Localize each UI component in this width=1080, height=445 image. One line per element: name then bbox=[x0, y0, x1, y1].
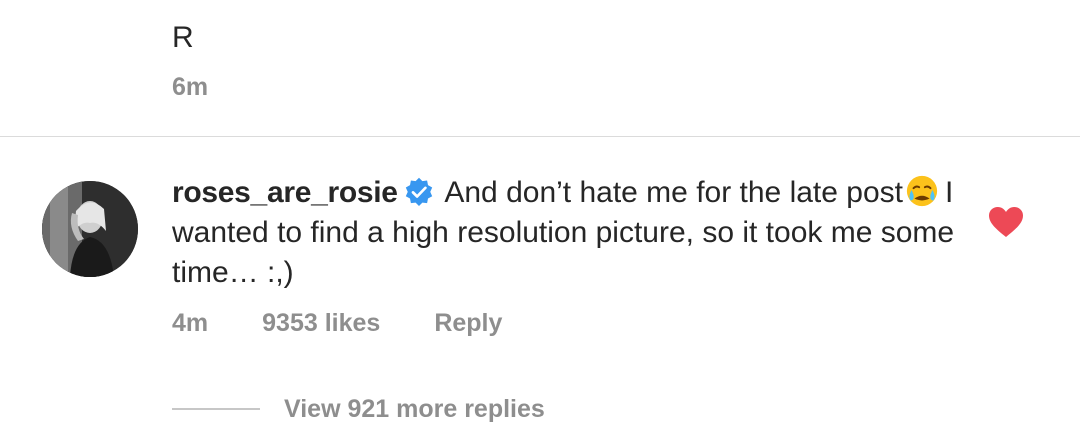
comment-body: roses_are_rosie And don’t hate me for th… bbox=[172, 173, 962, 293]
comment-meta: 4m 9353 likes Reply bbox=[172, 308, 502, 338]
like-heart-icon[interactable] bbox=[988, 206, 1024, 238]
comment-text-part-1: And don’t hate me for the late post bbox=[444, 176, 903, 209]
sad-but-relieved-face-emoji bbox=[906, 175, 938, 207]
reply-button[interactable]: Reply bbox=[434, 308, 502, 338]
verified-badge-icon bbox=[405, 177, 432, 206]
view-replies-button[interactable]: View 921 more replies bbox=[172, 394, 545, 424]
previous-comment-time[interactable]: 6m bbox=[172, 72, 208, 102]
likes-count[interactable]: 9353 likes bbox=[262, 308, 380, 338]
comment-time[interactable]: 4m bbox=[172, 308, 208, 338]
avatar-photo bbox=[42, 181, 138, 277]
previous-comment-text: R bbox=[172, 21, 194, 54]
previous-comment: R 6m bbox=[172, 20, 208, 102]
avatar[interactable] bbox=[42, 181, 138, 277]
comment-username[interactable]: roses_are_rosie bbox=[172, 176, 398, 209]
replies-divider-line bbox=[172, 408, 260, 410]
view-replies-label: View 921 more replies bbox=[284, 395, 545, 423]
divider bbox=[0, 136, 1080, 137]
